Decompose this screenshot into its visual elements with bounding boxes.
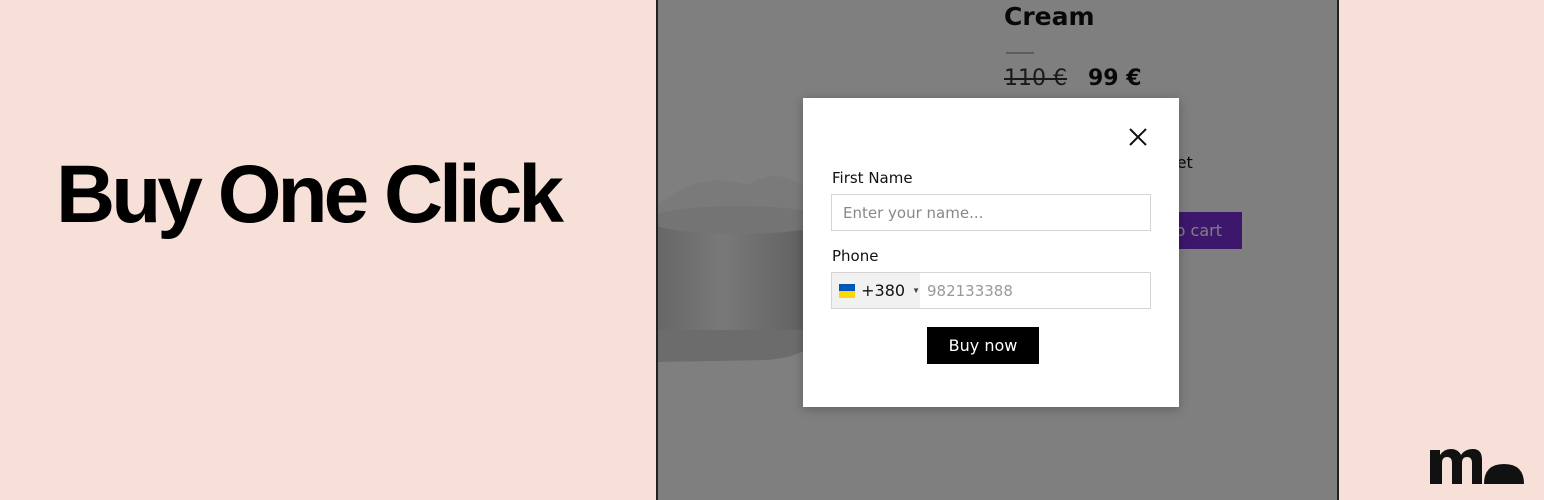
phone-label: Phone: [832, 247, 879, 265]
close-icon[interactable]: [1127, 126, 1149, 148]
country-code-select[interactable]: +380 ▼: [832, 273, 920, 308]
first-name-input[interactable]: [831, 194, 1151, 231]
phone-input[interactable]: [920, 273, 1150, 308]
chevron-down-icon: ▼: [912, 286, 920, 295]
brand-logo-icon: [1430, 449, 1524, 484]
ukraine-flag-icon: [839, 283, 856, 298]
phone-field: +380 ▼: [831, 272, 1151, 309]
product-page-frame: Cream 110 € 99 € t amet, consectetur nod…: [656, 0, 1339, 500]
country-dial-code: +380: [861, 281, 906, 300]
buy-one-click-modal: First Name Phone +380 ▼ Buy now: [803, 98, 1179, 407]
buy-now-button[interactable]: Buy now: [927, 327, 1039, 364]
headline: Buy One Click: [56, 149, 564, 240]
first-name-label: First Name: [832, 169, 913, 187]
